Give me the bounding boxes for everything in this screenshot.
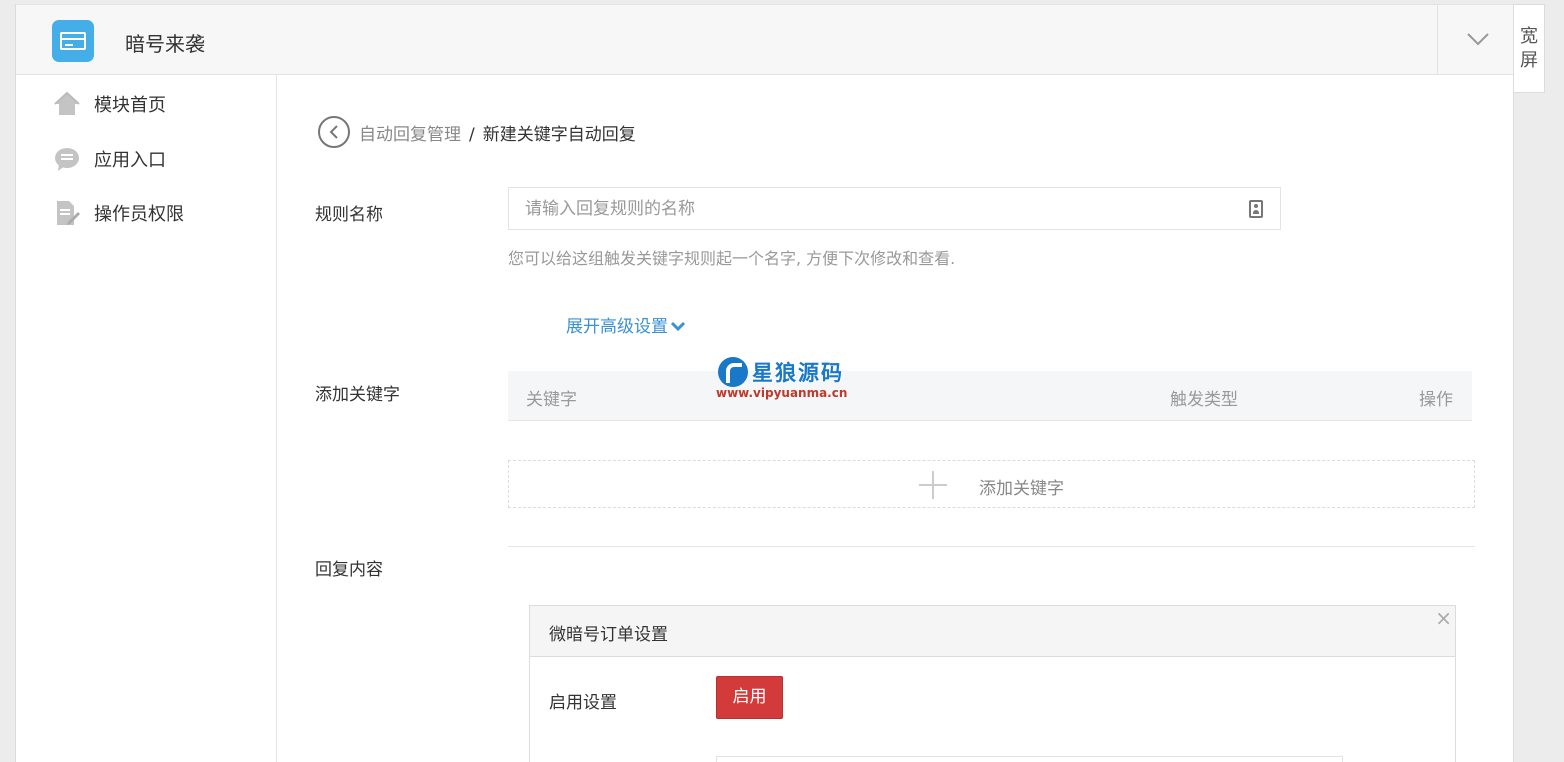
section-divider	[508, 546, 1475, 547]
order-settings-panel: 微暗号订单设置 × 启用设置 启用	[529, 605, 1456, 762]
enable-button[interactable]: 启用	[716, 676, 783, 719]
sidebar-item-label: 模块首页	[94, 95, 166, 116]
watermark-icon	[718, 357, 748, 387]
reply-content-label: 回复内容	[315, 560, 383, 580]
add-keyword-button[interactable]: 添加关键字	[508, 460, 1475, 508]
panel-title: 微暗号订单设置	[549, 625, 668, 645]
rule-name-field	[508, 187, 1281, 230]
card-icon	[60, 32, 86, 50]
breadcrumb-parent-link[interactable]: 自动回复管理	[359, 125, 461, 145]
sidebar-item-module-home[interactable]: 模块首页	[54, 89, 166, 119]
breadcrumb: 自动回复管理 / 新建关键字自动回复	[359, 120, 636, 145]
sidebar: 模块首页 应用入口 操作员权限	[16, 75, 277, 762]
column-header-trigger-type: 触发类型	[1170, 390, 1238, 410]
rule-name-help: 您可以给这组触发关键字规则起一个名字, 方便下次修改和查看.	[508, 249, 956, 268]
main-content: 自动回复管理 / 新建关键字自动回复 规则名称 您可以给这组触发关键字规则起一个名字…	[278, 75, 1513, 762]
widescreen-toggle-button[interactable]: 宽屏	[1514, 4, 1545, 93]
panel-text-field[interactable]	[716, 756, 1343, 762]
enable-setting-label: 启用设置	[549, 693, 617, 713]
column-header-keyword: 关键字	[526, 390, 577, 410]
breadcrumb-current: 新建关键字自动回复	[482, 125, 636, 145]
rule-name-label: 规则名称	[315, 205, 383, 225]
panel-header: 微暗号订单设置 ×	[530, 606, 1455, 657]
top-bar: 暗号来袭	[16, 4, 1513, 75]
chevron-left-icon	[329, 125, 338, 139]
back-button[interactable]	[318, 116, 350, 148]
app-title: 暗号来袭	[125, 32, 205, 56]
watermark-name: 星狼源码	[752, 361, 844, 385]
keyword-table-header: 关键字 触发类型 操作	[508, 371, 1472, 421]
sidebar-item-app-entry[interactable]: 应用入口	[54, 144, 166, 174]
chevron-down-icon	[670, 321, 686, 331]
close-icon[interactable]: ×	[1435, 608, 1452, 628]
sidebar-item-label: 应用入口	[94, 150, 166, 171]
breadcrumb-separator: /	[469, 125, 475, 145]
expand-advanced-settings-link[interactable]: 展开高级设置	[566, 312, 686, 337]
plus-icon	[919, 471, 947, 499]
chevron-down-icon	[1467, 33, 1489, 46]
add-keyword-button-label: 添加关键字	[979, 479, 1064, 499]
edit-doc-icon	[54, 200, 80, 226]
watermark-url: www.vipyuanma.cn	[716, 386, 848, 400]
watermark-logo: 星狼源码 www.vipyuanma.cn	[716, 355, 856, 403]
app-logo	[52, 20, 94, 62]
sidebar-item-operator-permissions[interactable]: 操作员权限	[54, 198, 184, 228]
home-icon	[54, 91, 80, 117]
topbar-dropdown-toggle[interactable]	[1437, 5, 1513, 75]
sidebar-item-label: 操作员权限	[94, 204, 184, 225]
add-keyword-label: 添加关键字	[315, 385, 400, 405]
rule-name-input[interactable]	[509, 188, 1229, 229]
contact-card-icon	[1249, 200, 1263, 218]
column-header-actions: 操作	[1419, 390, 1453, 410]
chat-icon	[54, 146, 80, 172]
advanced-link-label: 展开高级设置	[566, 317, 668, 337]
